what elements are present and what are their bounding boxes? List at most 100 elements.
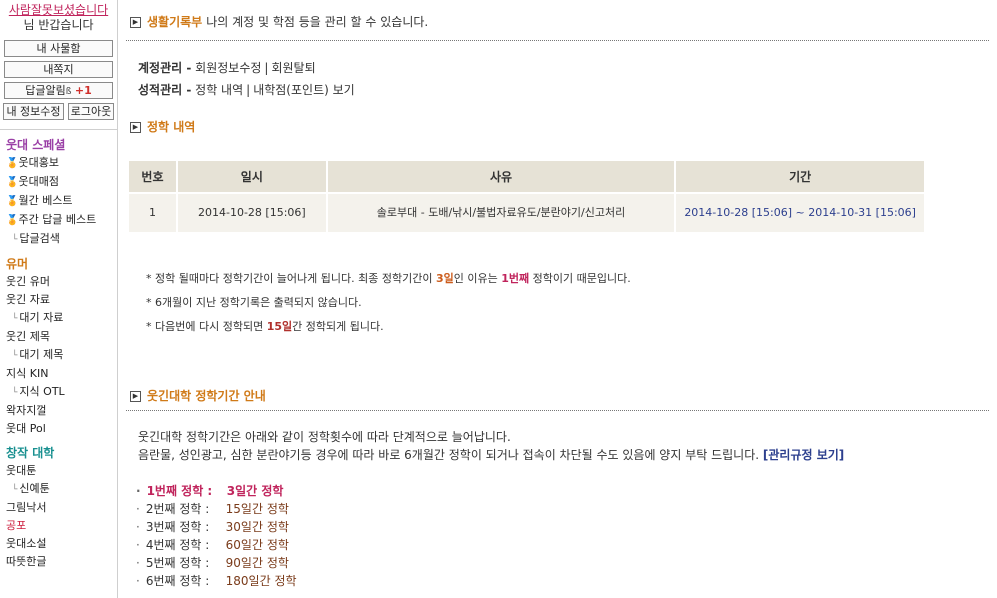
menu-separator: |: [246, 83, 251, 97]
sidebar-item-knowledge-kin[interactable]: 지식 KIN: [6, 365, 117, 383]
section-title-special: 웃대 스페셜: [6, 138, 66, 152]
sidebar-item-weekly-reply-best[interactable]: 🏅주간 답글 베스트: [6, 211, 117, 230]
sub-branch-icon: └: [12, 314, 18, 324]
section-title-humor: 유머: [6, 257, 29, 271]
special-section: 웃대 스페셜 🏅웃대홍보 🏅웃대매점 🏅월간 베스트 🏅주간 답글 베스트 └ 답…: [0, 136, 117, 249]
logout-button[interactable]: 로그아웃: [68, 103, 114, 120]
edit-member-info-link[interactable]: 회원정보수정: [195, 61, 261, 75]
sidebar-item-horror[interactable]: 공포: [6, 517, 117, 535]
cell-number: 1: [129, 192, 178, 232]
rule-label: 2번째 정학 :: [145, 502, 210, 516]
messages-button[interactable]: 내쪽지: [4, 61, 113, 78]
sub-branch-icon: └: [12, 235, 18, 245]
cell-datetime: 2014-10-28 [15:06]: [176, 192, 328, 232]
sidebar-item-funny-title[interactable]: 웃긴 제목: [6, 328, 117, 346]
cell-reason: 솔로부대 - 도배/낚시/불법자료유도/분란야기/신고처리: [326, 192, 677, 232]
policy-divider: [126, 410, 989, 411]
sidebar-item-warm-writing[interactable]: 따뜻한글: [6, 553, 117, 571]
greeting-text: 님 반갑습니다: [23, 18, 94, 32]
sidebar-item-knowledge-otl[interactable]: └ 지식 OTL: [6, 383, 117, 402]
rule-duration: 90일간 정학: [225, 556, 289, 570]
sidebar-item-pending-title[interactable]: └ 대기 제목: [6, 346, 117, 365]
sidebar-item-reply-search[interactable]: └ 답글검색: [6, 230, 117, 249]
note-days: 15일: [266, 320, 293, 333]
rule-item: · 4번째 정학 : 60일간 정학: [136, 536, 297, 554]
bullet-icon: ·: [136, 502, 140, 516]
sidebar-item-label: 대기 제목: [19, 348, 64, 361]
account-menu: 계정관리 - 회원정보수정 | 회원탈퇴: [138, 59, 316, 76]
page-description: 나의 계정 및 학점 등을 관리 할 수 있습니다.: [206, 15, 429, 29]
rule-duration: 30일간 정학: [225, 520, 289, 534]
note-line-3: * 다음번에 다시 정학되면 15일간 정학되게 됩니다.: [146, 315, 631, 339]
sidebar-item-funny-material[interactable]: 웃긴 자료: [6, 291, 117, 309]
policy-intro-text: 음란물, 성인광고, 심한 분란야기등 경우에 따라 바로 6개월간 정학이 되…: [138, 448, 760, 462]
menu-separator: |: [264, 61, 269, 75]
reply-alert-count: +1: [74, 84, 92, 97]
bullet-icon: ·: [136, 538, 140, 552]
bullet-icon: ·: [136, 484, 141, 498]
col-period: 기간: [675, 161, 926, 193]
section-arrow-icon: ▶: [130, 122, 141, 133]
suspension-section-header: ▶ 정학 내역: [130, 118, 195, 135]
sidebar: 사람잘못보셨습니다 님 반갑습니다 내 사물함 내쪽지 답글알림ß +1 내 정…: [0, 0, 118, 598]
grade-menu: 성적관리 - 정학 내역 | 내학점(포인트) 보기: [138, 81, 355, 98]
table-header-row: 번호 일시 사유 기간: [129, 161, 926, 193]
sidebar-item-monthly-best[interactable]: 🏅월간 베스트: [6, 192, 117, 211]
rule-duration: 3일간 정학: [226, 484, 284, 498]
policy-intro-line-1: 웃긴대학 정학기간은 아래와 같이 정학횟수에 따라 단계적으로 늘어납니다.: [138, 430, 511, 444]
sidebar-item-label: 주간 답글 베스트: [18, 213, 97, 226]
rule-duration: 15일간 정학: [225, 502, 289, 516]
note-text: * 정학 될때마다 정학기간이 늘어나게 됩니다. 최종 정학기간이: [146, 272, 436, 285]
suspension-table: 번호 일시 사유 기간 1 2014-10-28 [15:06] 솔로부대 - …: [129, 161, 926, 232]
suspension-rules-list: · 1번째 정학 : 3일간 정학 · 2번째 정학 : 15일간 정학 · 3번째 …: [136, 482, 297, 590]
sidebar-item-webtoon[interactable]: 웃대툰: [6, 462, 117, 480]
col-number: 번호: [129, 161, 178, 193]
sidebar-item-new-toon[interactable]: └ 신예툰: [6, 480, 117, 499]
medal-icon: 🏅: [6, 215, 19, 226]
medal-icon: 🏅: [6, 177, 19, 188]
suspension-section-title: 정학 내역: [147, 120, 196, 134]
humor-section: 유머 웃긴 유머 웃긴 자료 └ 대기 자료 웃긴 제목 └ 대기 제목 지식 KI…: [0, 255, 117, 438]
sidebar-item-funny-humor[interactable]: 웃긴 유머: [6, 273, 117, 291]
sidebar-item-pending-material[interactable]: └ 대기 자료: [6, 309, 117, 328]
my-items-button[interactable]: 내 사물함: [4, 40, 113, 57]
rule-item: · 3번째 정학 : 30일간 정학: [136, 518, 297, 536]
rule-item: · 1번째 정학 : 3일간 정학: [136, 482, 297, 500]
withdraw-link[interactable]: 회원탈퇴: [271, 61, 315, 75]
bell-icon: ß: [65, 87, 72, 97]
sidebar-item-promo[interactable]: 🏅웃대홍보: [6, 154, 117, 173]
bullet-icon: ·: [136, 556, 140, 570]
sidebar-item-novel[interactable]: 웃대소설: [6, 535, 117, 553]
edit-info-button[interactable]: 내 정보수정: [3, 103, 64, 120]
creative-section: 창작 대학 웃대툰 └ 신예툰 그림낙서 공포 웃대소설 따뜻한글: [0, 444, 117, 571]
user-name-link[interactable]: 사람잘못보셨습니다: [0, 3, 117, 18]
reply-alert-button[interactable]: 답글알림ß +1: [4, 82, 113, 99]
rule-label: 1번째 정학 :: [146, 484, 213, 498]
sidebar-item-pol[interactable]: 웃대 Pol: [6, 420, 117, 438]
grade-menu-label: 성적관리 -: [138, 83, 192, 97]
medal-icon: 🏅: [6, 158, 19, 169]
note-text: 정학이기 때문입니다.: [529, 272, 631, 285]
rules-link[interactable]: [관리규정 보기]: [763, 448, 844, 462]
note-text: 간 정학되게 됩니다.: [292, 320, 384, 333]
sidebar-item-label: 신예툰: [19, 482, 50, 495]
view-points-link[interactable]: 내학점(포인트) 보기: [253, 83, 355, 97]
sidebar-item-label: 지식 OTL: [19, 385, 65, 398]
suspension-history-link[interactable]: 정학 내역: [195, 83, 243, 97]
note-line-2: * 6개월이 지난 정학기록은 출력되지 않습니다.: [146, 296, 362, 309]
rule-item: · 5번째 정학 : 90일간 정학: [136, 554, 297, 572]
sidebar-item-doodle[interactable]: 그림낙서: [6, 499, 117, 517]
sidebar-item-chatter[interactable]: 왁자지껄: [6, 402, 117, 420]
note-days: 3일: [435, 272, 454, 285]
policy-section-title: 웃긴대학 정학기간 안내: [147, 389, 266, 403]
sub-branch-icon: └: [12, 485, 18, 495]
note-text: 인 이유는: [453, 272, 502, 285]
sub-branch-icon: └: [12, 388, 18, 398]
sidebar-item-label: 웃대홍보: [18, 156, 59, 169]
sidebar-item-label: 웃대매점: [18, 175, 59, 188]
rule-item: · 6번째 정학 : 180일간 정학: [136, 572, 297, 590]
rule-duration: 60일간 정학: [225, 538, 289, 552]
policy-intro: 웃긴대학 정학기간은 아래와 같이 정학횟수에 따라 단계적으로 늘어납니다. …: [138, 428, 844, 464]
page-title: 생활기록부: [147, 15, 203, 29]
sidebar-item-store[interactable]: 🏅웃대매점: [6, 173, 117, 192]
